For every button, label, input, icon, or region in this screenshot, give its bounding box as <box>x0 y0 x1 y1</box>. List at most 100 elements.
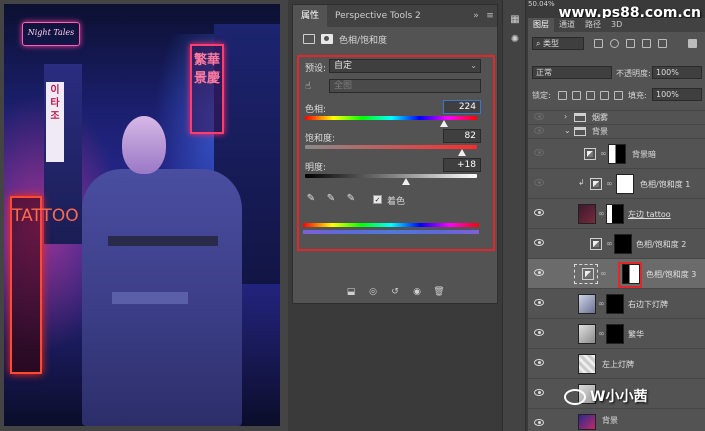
visibility-eye-icon[interactable] <box>534 209 544 216</box>
visibility-icon[interactable]: ◉ <box>411 287 423 297</box>
tab-properties[interactable]: 属性 <box>293 5 328 27</box>
layer-thumbnail <box>578 354 596 374</box>
preset-dropdown[interactable]: 自定 ⌄ <box>329 59 481 73</box>
visibility-eye-icon[interactable] <box>534 329 544 336</box>
filter-shape-icon[interactable] <box>642 39 651 48</box>
layer-filter-dropdown[interactable]: ⌕ 类型 <box>532 37 584 50</box>
colorize-label: 着色 <box>387 197 406 207</box>
lock-pixels-icon[interactable] <box>572 91 581 100</box>
layer-mask-thumbnail[interactable] <box>606 204 624 224</box>
filter-smart-object-icon[interactable] <box>658 39 667 48</box>
tab-paths[interactable]: 路径 <box>580 18 606 32</box>
layer-row-hue-sat-1[interactable]: ↲ ∞ 色相/饱和度 1 <box>528 168 705 198</box>
filter-toggle-icon[interactable] <box>688 39 697 48</box>
reset-icon[interactable]: ↺ <box>389 287 401 297</box>
eyedropper-icon[interactable]: ✎ <box>305 193 317 205</box>
korean-sign: 이타조 <box>46 82 64 162</box>
eyedropper-plus-icon[interactable]: ✎ <box>325 193 337 205</box>
link-icon[interactable]: ∞ <box>606 239 613 248</box>
colorize-checkbox[interactable]: ✓ <box>373 195 382 204</box>
document-canvas[interactable]: Night Tales 이타조 繁華景慶 TATTOO <box>0 0 288 431</box>
adjustment-title-bar: 色相/饱和度 <box>293 27 497 51</box>
lightness-slider-thumb[interactable] <box>402 178 411 185</box>
adjustment-title: 色相/饱和度 <box>339 35 388 46</box>
layer-row-left-tattoo[interactable]: ∞ 左边 tattoo <box>528 198 705 228</box>
filter-type-icon[interactable] <box>626 39 635 48</box>
hue-slider[interactable] <box>305 116 477 120</box>
link-icon[interactable]: ∞ <box>606 179 613 188</box>
opacity-value: 100% <box>656 68 679 77</box>
lock-all-icon[interactable] <box>614 91 623 100</box>
layer-row-top-left-sign[interactable]: 左上灯牌 <box>528 348 705 378</box>
layer-row-smoke[interactable]: › 烟雾 <box>528 110 705 124</box>
collapse-icon[interactable]: » <box>469 11 483 21</box>
chevron-right-icon[interactable]: › <box>564 112 567 121</box>
lightness-slider[interactable] <box>305 174 477 178</box>
saturation-slider-thumb[interactable] <box>457 149 466 156</box>
visibility-eye-icon[interactable] <box>534 269 544 276</box>
layer-row-fanhua[interactable]: ∞ 繁华 <box>528 318 705 348</box>
hand-tool-icon[interactable]: ☝ <box>305 81 311 92</box>
hue-slider-thumb[interactable] <box>440 120 449 127</box>
visibility-eye-icon[interactable] <box>534 389 544 396</box>
layer-row-hue-sat-3[interactable]: ∞ 色相/饱和度 3 <box>528 258 705 288</box>
neon-street-photo: Night Tales 이타조 繁華景慶 TATTOO <box>4 4 280 426</box>
layer-thumbnail <box>578 414 596 430</box>
layer-mask-thumbnail[interactable] <box>616 174 634 194</box>
layer-mask-thumbnail[interactable] <box>608 144 626 164</box>
tab-channels[interactable]: 通道 <box>554 18 580 32</box>
layer-row-hue-sat-2[interactable]: ∞ 色相/饱和度 2 <box>528 228 705 258</box>
layer-mask-thumbnail[interactable] <box>606 294 624 314</box>
chevron-down-icon[interactable]: ⌄ <box>564 126 571 135</box>
tab-layers[interactable]: 图层 <box>528 18 554 32</box>
tab-3d[interactable]: 3D <box>606 18 627 32</box>
layer-thumbnail <box>578 324 596 344</box>
visibility-eye-icon[interactable] <box>534 179 544 186</box>
layer-row-background-dark[interactable]: ∞ 背景暗 <box>528 138 705 168</box>
visibility-eye-icon[interactable] <box>534 127 544 134</box>
hue-value-input[interactable]: 224 <box>443 100 481 114</box>
saturation-value-input[interactable]: 82 <box>443 129 481 143</box>
lock-transparent-icon[interactable] <box>558 91 567 100</box>
visibility-eye-icon[interactable] <box>534 239 544 246</box>
link-icon[interactable]: ∞ <box>600 149 607 158</box>
view-previous-icon[interactable]: ◎ <box>367 287 379 297</box>
adjustment-layer-icon <box>582 268 594 280</box>
night-tales-sign: Night Tales <box>22 22 80 46</box>
filter-adjustment-icon[interactable] <box>610 39 619 48</box>
filter-pixel-icon[interactable] <box>594 39 603 48</box>
visibility-eye-icon[interactable] <box>534 419 544 426</box>
layer-thumbnail <box>578 204 596 224</box>
tab-perspective-tools[interactable]: Perspective Tools 2 <box>327 5 429 27</box>
visibility-eye-icon[interactable] <box>534 113 544 120</box>
link-icon[interactable]: ∞ <box>600 269 607 278</box>
layer-row-right-sign[interactable]: ∞ 右边下灯牌 <box>528 288 705 318</box>
lightness-label: 明度: <box>305 163 327 173</box>
link-icon[interactable]: ∞ <box>598 209 605 218</box>
mask-icon[interactable] <box>321 34 333 44</box>
layer-name: 右边下灯牌 <box>628 300 668 309</box>
trash-icon[interactable]: 🗑 <box>433 287 445 297</box>
channel-dropdown[interactable]: 全图 <box>329 79 481 93</box>
layer-mask-thumbnail[interactable] <box>606 324 624 344</box>
lightness-value-input[interactable]: +18 <box>443 158 481 172</box>
saturation-slider[interactable] <box>305 145 477 149</box>
link-icon[interactable]: ∞ <box>598 299 605 308</box>
link-icon[interactable]: ∞ <box>598 329 605 338</box>
brush-settings-icon[interactable]: ✺ <box>509 34 521 46</box>
fill-input[interactable]: 100% <box>652 88 702 101</box>
layer-mask-thumbnail[interactable] <box>614 234 632 254</box>
visibility-eye-icon[interactable] <box>534 149 544 156</box>
layer-name: 背景 <box>602 416 618 425</box>
visibility-eye-icon[interactable] <box>534 299 544 306</box>
eyedropper-minus-icon[interactable]: ✎ <box>345 193 357 205</box>
lock-position-icon[interactable] <box>586 91 595 100</box>
blend-mode-dropdown[interactable]: 正常 <box>532 66 612 79</box>
opacity-input[interactable]: 100% <box>652 66 702 79</box>
layer-row-background-group[interactable]: ⌄ 背景 <box>528 124 705 138</box>
visibility-eye-icon[interactable] <box>534 359 544 366</box>
lock-label: 锁定: <box>532 91 551 100</box>
layers-panel: 图层 通道 路径 3D ⌕ 类型 正常 不透明度: 100% 锁定: 填充: 1… <box>528 18 705 431</box>
lock-artboard-icon[interactable] <box>600 91 609 100</box>
clip-to-layer-icon[interactable]: ⬓ <box>345 287 357 297</box>
